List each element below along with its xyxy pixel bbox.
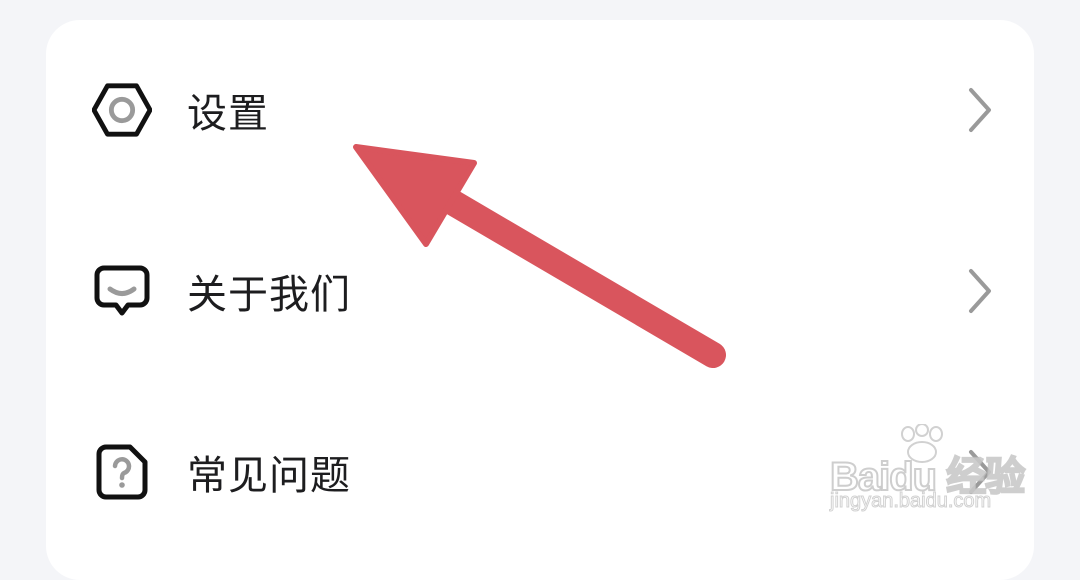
menu-item-about-us[interactable]: 关于我们 xyxy=(46,216,1034,366)
chat-bubble-icon xyxy=(92,261,152,321)
question-document-icon xyxy=(92,442,152,502)
menu-item-settings[interactable]: 设置 xyxy=(46,35,1034,185)
settings-hexagon-icon xyxy=(92,80,152,140)
chevron-right-icon xyxy=(969,269,991,313)
chevron-right-icon xyxy=(969,450,991,494)
chevron-right-icon xyxy=(969,88,991,132)
menu-item-faq[interactable]: 常见问题 xyxy=(46,397,1034,547)
menu-item-label: 常见问题 xyxy=(187,453,351,499)
menu-item-label: 设置 xyxy=(187,91,269,137)
menu-item-label: 关于我们 xyxy=(187,272,351,318)
